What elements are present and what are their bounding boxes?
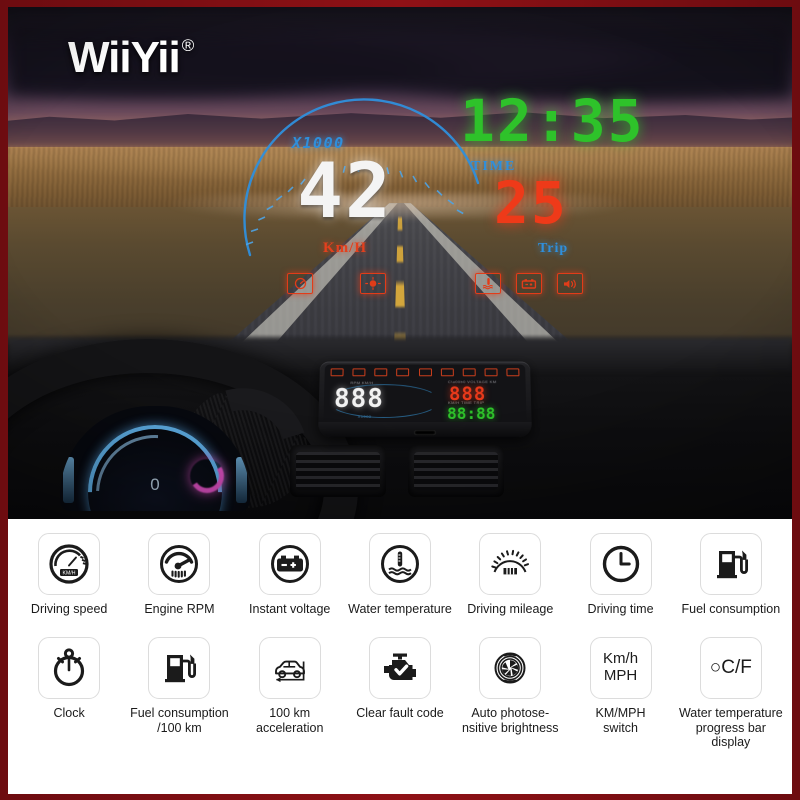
brightness-warning-icon xyxy=(360,273,386,294)
feature-instant-voltage[interactable]: Instant voltage xyxy=(235,533,345,617)
device-indicator xyxy=(418,368,432,377)
hud-speed-unit: Km/H xyxy=(323,240,367,256)
hud-clock-value: 12:35 xyxy=(460,87,645,155)
feature-label: Clear fault code xyxy=(356,705,444,720)
stopwatch-icon xyxy=(38,636,101,699)
water-thermometer-icon xyxy=(368,533,431,595)
red-border-frame: WiiYii ® X1000 42 Km/H 12:35 TIME 25 Tri… xyxy=(0,0,800,800)
tachometer-icon xyxy=(148,533,211,595)
hud-speed-value: 42 xyxy=(297,146,393,235)
feature-label: Water temperature progress bar display xyxy=(678,705,783,750)
feature-driving-speed[interactable]: KM/H Driving speed xyxy=(14,533,124,617)
fuel-pump-icon xyxy=(148,636,211,699)
air-vent-right xyxy=(408,445,504,497)
device-indicator xyxy=(440,368,454,377)
feature-fuel-consumption[interactable]: Fuel consumption xyxy=(676,533,786,617)
usb-port xyxy=(413,430,437,436)
water-temperature-warning-icon xyxy=(475,273,501,294)
hud-trip-label: Trip xyxy=(538,241,569,256)
feature-row-1: KM/H Driving speed Engine RPM Instant vo… xyxy=(14,533,786,617)
hud-trip-value: 25 xyxy=(494,169,568,237)
feature-water-temperature[interactable]: Water temperature xyxy=(345,533,455,617)
feature-label: Fuel consumption /100 km xyxy=(130,705,229,735)
feature-clock[interactable]: Clock xyxy=(14,636,124,750)
device-indicator xyxy=(462,368,476,377)
device-indicator xyxy=(352,368,366,377)
device-indicator xyxy=(506,368,520,377)
device-indicator xyxy=(330,368,344,377)
page-inner: WiiYii ® X1000 42 Km/H 12:35 TIME 25 Tri… xyxy=(8,7,792,794)
device-red-display: 888 xyxy=(448,383,487,405)
clock-icon xyxy=(589,533,652,595)
fuel-pump-icon xyxy=(699,533,762,595)
hero-photo: WiiYii ® X1000 42 Km/H 12:35 TIME 25 Tri… xyxy=(8,7,792,519)
feature-label: Clock xyxy=(53,705,85,720)
feature-grid: KM/H Driving speed Engine RPM Instant vo… xyxy=(8,519,792,794)
feature-clear-fault-code[interactable]: Clear fault code xyxy=(345,636,455,750)
feature-label: Water temperature xyxy=(348,602,452,616)
cluster-digits: 0 xyxy=(150,475,160,494)
device-label-x1000: X1000 xyxy=(357,413,372,419)
feature-label: KM/MPH switch xyxy=(595,705,646,735)
feature-label: 100 km acceleration xyxy=(256,705,324,735)
device-green-display: 88:88 xyxy=(447,403,496,424)
battery-icon xyxy=(258,533,321,595)
speaker-warning-icon xyxy=(557,273,583,294)
speedometer-icon: KM/H xyxy=(38,533,101,595)
car-acceleration-icon xyxy=(258,636,321,699)
tile-text: ○C/F xyxy=(709,657,752,679)
engine-check-icon xyxy=(368,636,431,699)
hud-device-indicator-row xyxy=(330,368,520,377)
device-indicator xyxy=(396,368,410,377)
device-white-display: 888 xyxy=(333,384,385,414)
feature-label: Driving speed xyxy=(30,602,108,616)
feature-label: Fuel consumption xyxy=(681,602,781,616)
aperture-icon xyxy=(479,636,542,699)
hud-warning-row xyxy=(8,273,792,297)
feature-label: Auto photose- nsitive brightness xyxy=(461,705,559,735)
hud-device-screen: RPM KM/H C\u00b0 VOLTAGE KM KM/H TIME TR… xyxy=(323,364,527,424)
feature-label: Engine RPM xyxy=(144,602,215,616)
device-indicator xyxy=(374,368,388,377)
feature-row-2: Clock Fuel consumption /100 km 100 km ac… xyxy=(14,636,786,750)
text-tile: Km/h MPH xyxy=(589,636,652,699)
battery-warning-icon xyxy=(516,273,542,294)
feature-water-temp-progress-bar[interactable]: ○C/F Water temperature progress bar disp… xyxy=(676,636,786,750)
feature-auto-brightness[interactable]: Auto photose- nsitive brightness xyxy=(455,636,565,750)
air-vent-left xyxy=(290,445,386,497)
speedometer-warning-icon xyxy=(287,273,313,294)
feature-label: Driving time xyxy=(587,602,654,616)
feature-label: Driving mileage xyxy=(467,602,554,616)
feature-100km-acceleration[interactable]: 100 km acceleration xyxy=(235,636,345,750)
feature-label: Instant voltage xyxy=(249,602,331,616)
feature-engine-rpm[interactable]: Engine RPM xyxy=(124,533,234,617)
device-indicator xyxy=(484,368,498,377)
odometer-icon xyxy=(479,533,542,595)
feature-driving-time[interactable]: Driving time xyxy=(565,533,675,617)
feature-km-mph-switch[interactable]: Km/h MPH KM/MPH switch xyxy=(565,636,675,750)
feature-fuel-per-100km[interactable]: Fuel consumption /100 km xyxy=(124,636,234,750)
feature-driving-mileage[interactable]: Driving mileage xyxy=(455,533,565,617)
hud-device: RPM KM/H C\u00b0 VOLTAGE KM KM/H TIME TR… xyxy=(317,361,533,438)
tile-text: Km/h MPH xyxy=(603,649,639,684)
speedometer-tile-unit: KM/H xyxy=(63,571,76,577)
hud-projection: X1000 42 Km/H 12:35 TIME 25 Trip xyxy=(8,7,792,307)
text-tile: ○C/F xyxy=(699,636,762,699)
